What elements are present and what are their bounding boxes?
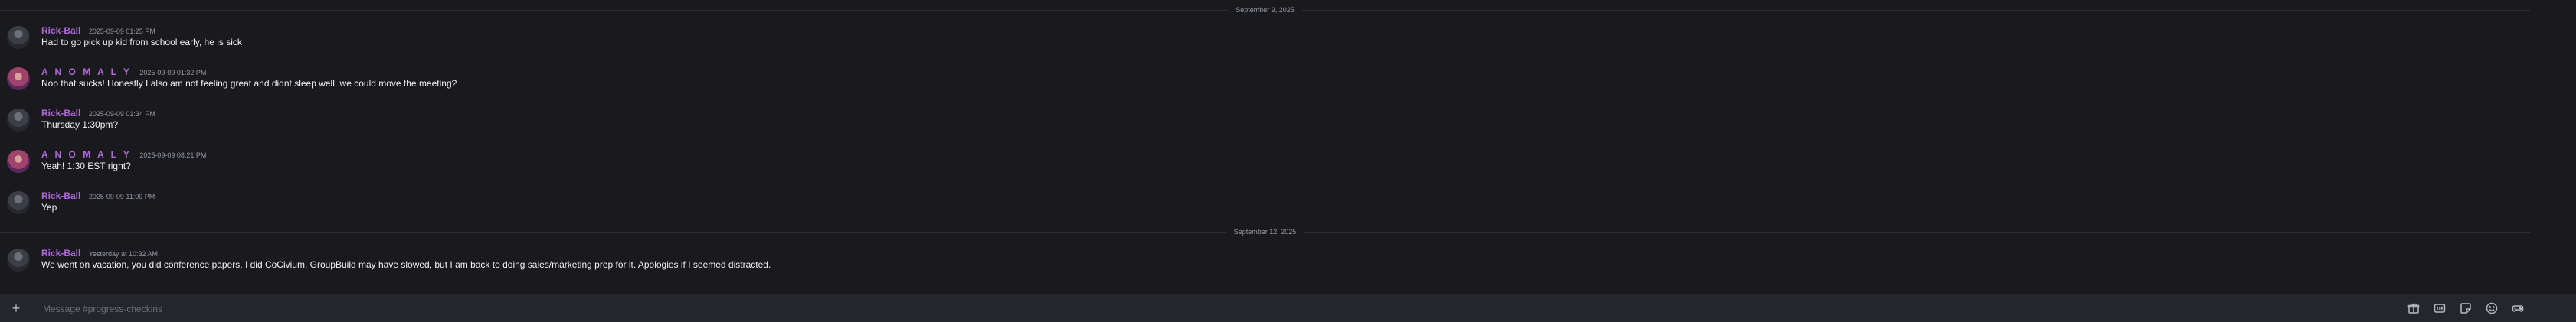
message-timestamp: 2025-09-09 01:32 PM xyxy=(139,69,207,76)
avatar[interactable] xyxy=(7,109,30,132)
plus-icon[interactable]: + xyxy=(9,301,23,315)
date-divider-label: September 12, 2025 xyxy=(1226,228,1304,236)
message-author[interactable]: A N O M A L Y xyxy=(41,67,132,77)
gif-icon[interactable] xyxy=(2434,302,2446,314)
apps-icon[interactable] xyxy=(2512,302,2524,314)
message-text: We went on vacation, you did conference … xyxy=(41,259,771,270)
message-item[interactable]: A N O M A L Y 2025-09-09 01:32 PM Noo th… xyxy=(0,65,2528,102)
message-list: September 9, 2025 Rick-Ball 2025-09-09 0… xyxy=(0,0,2576,291)
date-divider: September 9, 2025 xyxy=(0,6,2530,14)
message-author[interactable]: Rick-Ball xyxy=(41,248,80,259)
message-timestamp: 2025-09-09 01:34 PM xyxy=(88,110,155,118)
avatar[interactable] xyxy=(7,67,30,90)
message-timestamp: 2025-09-09 08:21 PM xyxy=(139,151,207,159)
avatar[interactable] xyxy=(7,249,30,272)
emoji-icon[interactable] xyxy=(2486,302,2498,314)
sticker-icon[interactable] xyxy=(2460,302,2472,314)
message-text: Noo that sucks! Honestly I also am not f… xyxy=(41,78,457,89)
message-author[interactable]: Rick-Ball xyxy=(41,190,80,201)
message-timestamp: 2025-09-09 11:09 PM xyxy=(88,193,155,200)
message-item[interactable]: Rick-Ball 2025-09-09 11:09 PM Yep xyxy=(0,189,2528,226)
message-timestamp: 2025-09-09 01:25 PM xyxy=(88,28,155,35)
composer-toolbar xyxy=(2407,302,2524,314)
message-text: Yep xyxy=(41,202,57,213)
date-divider-label: September 9, 2025 xyxy=(1228,6,1302,14)
avatar[interactable] xyxy=(7,26,30,49)
date-divider: September 12, 2025 xyxy=(0,228,2530,236)
message-text: Had to go pick up kid from school early,… xyxy=(41,37,242,47)
avatar[interactable] xyxy=(7,191,30,214)
message-author[interactable]: A N O M A L Y xyxy=(41,149,132,160)
message-input[interactable] xyxy=(41,302,2342,316)
message-item[interactable]: Rick-Ball Yesterday at 10:32 AM We went … xyxy=(0,246,2528,283)
message-author[interactable]: Rick-Ball xyxy=(41,25,80,36)
message-timestamp: Yesterday at 10:32 AM xyxy=(88,250,159,258)
message-text: Thursday 1:30pm? xyxy=(41,119,119,130)
message-item[interactable]: Rick-Ball 2025-09-09 01:25 PM Had to go … xyxy=(0,24,2528,60)
avatar[interactable] xyxy=(7,150,30,173)
message-item[interactable]: A N O M A L Y 2025-09-09 08:21 PM Yeah! … xyxy=(0,148,2528,184)
message-composer: + xyxy=(0,294,2576,322)
message-author[interactable]: Rick-Ball xyxy=(41,108,80,119)
gift-icon[interactable] xyxy=(2407,302,2420,314)
message-text: Yeah! 1:30 EST right? xyxy=(41,161,131,171)
message-item[interactable]: Rick-Ball 2025-09-09 01:34 PM Thursday 1… xyxy=(0,106,2528,143)
